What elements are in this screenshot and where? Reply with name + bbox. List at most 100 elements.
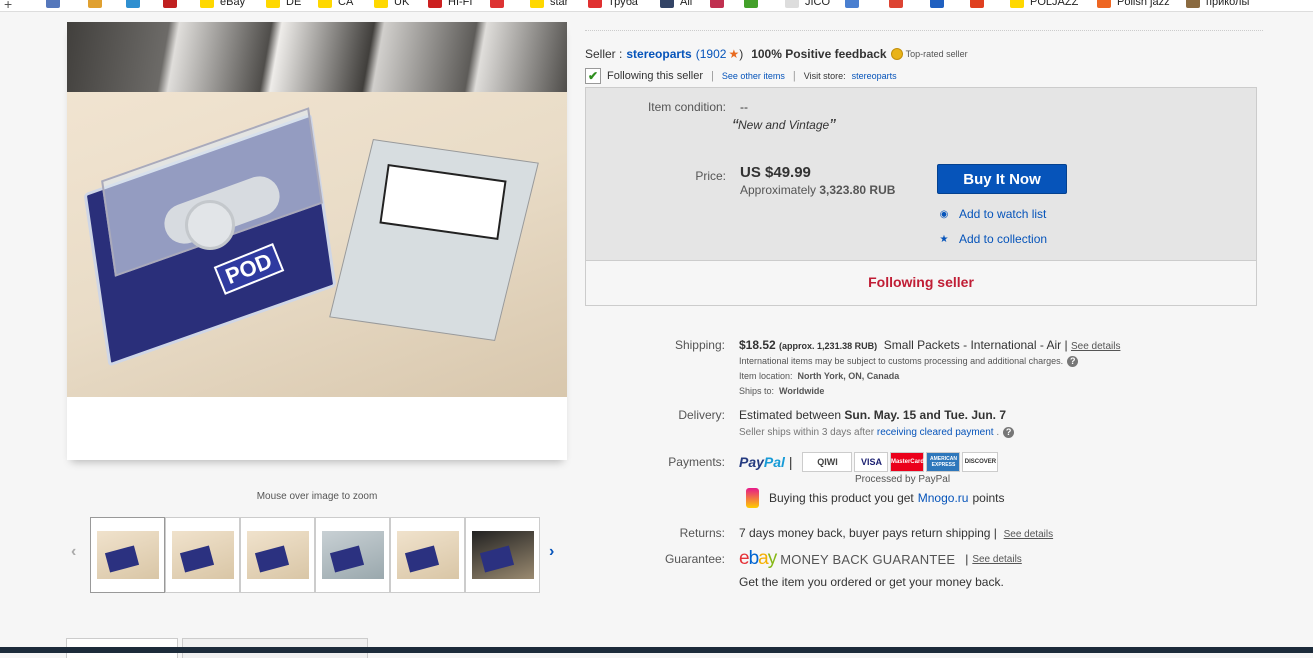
following-seller-status: Following seller (868, 274, 974, 290)
guarantee-label: Guarantee: (664, 552, 725, 566)
bookmark-icon (930, 0, 944, 8)
help-icon[interactable]: ? (1003, 427, 1015, 438)
following-checkbox[interactable]: ✔ (585, 68, 601, 84)
bookmark-item[interactable] (46, 0, 66, 8)
add-to-watch-list-link[interactable]: ◉ Add to watch list (937, 207, 1047, 221)
bookmark-item[interactable]: POLJAZZ (1010, 0, 1078, 8)
shipping-value: $18.52 (approx. 1,231.38 RUB) Small Pack… (739, 338, 1121, 352)
thumbs-next-icon[interactable]: › (549, 543, 554, 561)
bookmark-item[interactable] (126, 0, 146, 8)
shipping-see-details-link[interactable]: See details (1071, 341, 1120, 352)
thumbnail[interactable] (165, 517, 240, 593)
bookmark-item[interactable] (889, 0, 909, 8)
bookmark-label: DE (286, 0, 302, 8)
thumbs-prev-icon[interactable]: ‹ (71, 543, 76, 561)
bookmark-item[interactable]: приколы (1186, 0, 1249, 8)
bookmark-item[interactable] (744, 0, 764, 8)
bookmark-item[interactable]: Polish jazz (1097, 0, 1170, 8)
amex-logo: AMERICAN EXPRESS (926, 452, 961, 472)
bookmark-icon (710, 0, 724, 8)
bookmark-item[interactable] (970, 0, 990, 8)
buy-it-now-button[interactable]: Buy It Now (937, 164, 1067, 194)
shipping-label: Shipping: (674, 338, 725, 352)
thumbnail[interactable] (90, 517, 165, 593)
bookmark-icon (1010, 0, 1024, 8)
bookmark-item[interactable] (88, 0, 108, 8)
bookmark-label: UK (394, 0, 410, 8)
main-image-panel: POD (67, 22, 567, 460)
bookmark-item[interactable]: JICO (785, 0, 830, 8)
guarantee-value: ebay MONEY BACK GUARANTEE | See details (739, 548, 1022, 569)
thumbnail[interactable] (390, 517, 465, 593)
price-label: Price: (695, 169, 726, 183)
bookmark-icon (530, 0, 544, 8)
add-to-collection-link[interactable]: ★ Add to collection (937, 232, 1048, 246)
bookmark-item[interactable]: Труба (588, 0, 638, 8)
guarantee-see-details-link[interactable]: See details (972, 554, 1021, 565)
mnogo-points: Buying this product you get Mnogo.ru poi… (746, 488, 1005, 508)
bookmark-item[interactable]: eBay (200, 0, 245, 8)
discover-logo: DISCOVER (962, 452, 999, 472)
top-rated-medal-icon (890, 48, 903, 60)
bookmark-item[interactable] (845, 0, 865, 8)
visit-store-label: Visit store: (803, 71, 846, 81)
bookmark-item[interactable]: All (660, 0, 692, 8)
bookmark-icon (588, 0, 602, 8)
bookmark-item[interactable] (930, 0, 950, 8)
thumbnail[interactable] (315, 517, 390, 593)
returns-see-details-link[interactable]: See details (1004, 529, 1053, 540)
bookmark-item[interactable]: DE (266, 0, 301, 8)
bookmark-icon (490, 0, 504, 8)
bookmark-item[interactable]: UK (374, 0, 409, 8)
bookmarks-bar: + eBay DE CA UK HI-FI star Труба All JICO POLJAZZ… (0, 0, 1313, 12)
bookmark-icon (46, 0, 60, 8)
bookmark-item[interactable]: star (530, 0, 568, 8)
bookmark-item[interactable]: CA (318, 0, 353, 8)
cleared-payment-link[interactable]: receiving cleared payment (877, 427, 994, 438)
divider (585, 30, 1263, 31)
feedback-score-link[interactable]: (1902 (696, 47, 727, 61)
visa-logo: VISA (854, 452, 889, 472)
bookmark-icon (163, 0, 177, 8)
thumbnail[interactable] (465, 517, 540, 593)
bookmark-icon (1186, 0, 1200, 8)
mastercard-logo: MasterCard (890, 452, 925, 472)
bookmark-icon (1097, 0, 1111, 8)
see-other-items-link[interactable]: See other items (722, 71, 785, 81)
score-close: ) (739, 47, 744, 61)
bookmark-item[interactable] (710, 0, 730, 8)
paypal-logo: PayPal | (739, 454, 793, 470)
seller-name-link[interactable]: stereoparts (626, 47, 691, 61)
mnogo-link[interactable]: Mnogo.ru (918, 491, 969, 505)
positive-feedback: 100% Positive feedback (751, 47, 887, 61)
following-label: Following this seller (607, 70, 703, 82)
bookmark-label: Труба (608, 0, 638, 8)
help-icon[interactable]: ? (1067, 356, 1079, 367)
returns-value: 7 days money back, buyer pays return shi… (739, 526, 1054, 540)
condition-quote: “New and Vintage” (732, 116, 836, 136)
returns-label: Returns: (679, 526, 725, 540)
follow-row: ✔ Following this seller | See other item… (585, 68, 897, 84)
price-approx: Approximately 3,323.80 RUB (740, 183, 896, 197)
thumbnail-strip (90, 517, 540, 593)
bookmark-icon (428, 0, 442, 8)
bookmark-item[interactable]: HI-FI (428, 0, 472, 8)
store-link[interactable]: stereoparts (852, 71, 897, 81)
bookmark-label: Polish jazz (1117, 0, 1170, 8)
thumbnail[interactable] (240, 517, 315, 593)
bookmark-icon (744, 0, 758, 8)
product-photo[interactable]: POD (67, 22, 567, 397)
bookmark-label: star (550, 0, 569, 8)
bookmark-icon (318, 0, 332, 8)
star-icon: ★ (728, 47, 740, 61)
bookmark-icon (845, 0, 859, 8)
bookmark-label: JICO (805, 0, 831, 8)
bookmark-icon (660, 0, 674, 8)
bookmark-icon (88, 0, 102, 8)
add-bookmark-icon[interactable]: + (4, 0, 12, 11)
bookmark-icon (889, 0, 903, 8)
bookmark-item[interactable] (490, 0, 510, 8)
bookmark-item[interactable] (163, 0, 183, 8)
bookmark-icon (126, 0, 140, 8)
condition-label: Item condition: (647, 100, 726, 114)
